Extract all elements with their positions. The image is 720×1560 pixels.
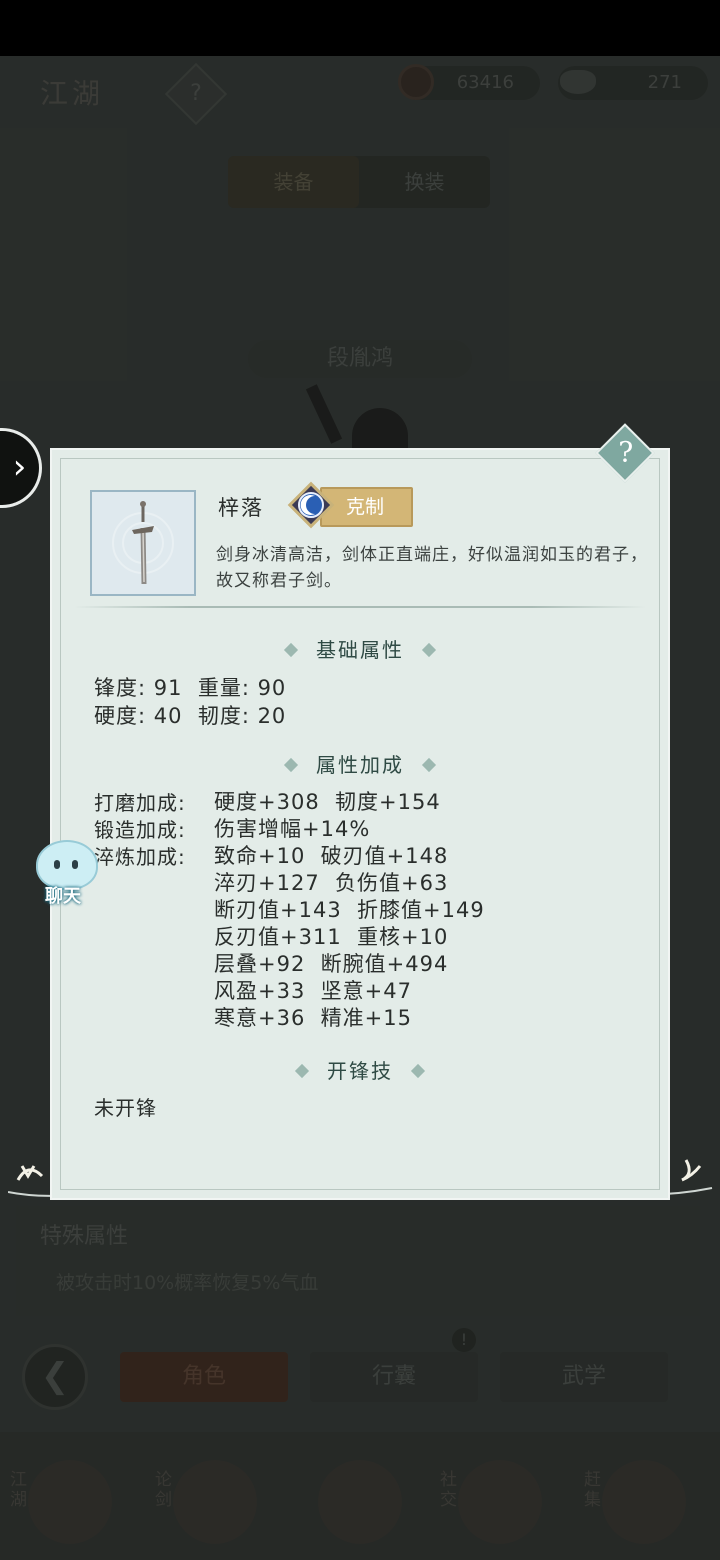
bonus-label-polish: 打磨加成:	[94, 791, 186, 815]
bonus-value: 反刃值+311 重核+10	[214, 925, 449, 949]
bonus-attr-title: 属性加成	[0, 749, 720, 778]
chat-button[interactable]: 聊天	[28, 836, 102, 910]
base-attr-line: 锋度: 91 重量: 90	[94, 676, 287, 700]
bonus-value: 硬度+308 韧度+154	[214, 790, 441, 814]
diamond-icon	[410, 1063, 426, 1079]
skill-title: 开锋技	[0, 1055, 720, 1084]
diamond-icon	[294, 1063, 310, 1079]
bonus-value: 寒意+36 精准+15	[214, 1006, 412, 1030]
base-attr-title: 基础属性	[0, 634, 720, 663]
bonus-value: 断刃值+143 折膝值+149	[214, 898, 485, 922]
counter-badge-label: 克制	[346, 496, 385, 518]
diamond-icon	[283, 757, 299, 773]
bonus-label-temper: 淬炼加成:	[94, 845, 186, 869]
bonus-value: 致命+10 破刃值+148	[214, 844, 449, 868]
bonus-value: 层叠+92 断腕值+494	[214, 952, 449, 976]
bonus-value: 淬刃+127 负伤值+63	[214, 871, 449, 895]
bonus-attr-title-text: 属性加成	[316, 753, 404, 777]
diamond-icon	[283, 642, 299, 658]
item-description: 剑身冰清高洁，剑体正直端庄，好似温润如玉的君子，故又称君子剑。	[216, 545, 648, 591]
divider	[74, 606, 646, 608]
diamond-icon	[421, 757, 437, 773]
bonus-value: 风盈+33 坚意+47	[214, 979, 412, 1003]
chat-label: 聊天	[45, 886, 81, 907]
diamond-icon	[421, 642, 437, 658]
chevron-right-icon: ›	[12, 447, 27, 487]
skill-status: 未开锋	[94, 1096, 157, 1120]
item-icon-frame	[90, 490, 196, 596]
item-name: 梓落	[218, 496, 264, 520]
skill-title-text: 开锋技	[327, 1059, 393, 1083]
bonus-value: 伤害增幅+14%	[214, 817, 371, 841]
base-attr-title-text: 基础属性	[316, 638, 404, 662]
status-bar	[0, 0, 720, 56]
sword-icon	[112, 501, 174, 585]
base-attr-line: 硬度: 40 韧度: 20	[94, 704, 287, 728]
bonus-label-forge: 锻造加成:	[94, 818, 186, 842]
moon-icon	[287, 481, 335, 529]
question-icon: ?	[618, 435, 634, 469]
